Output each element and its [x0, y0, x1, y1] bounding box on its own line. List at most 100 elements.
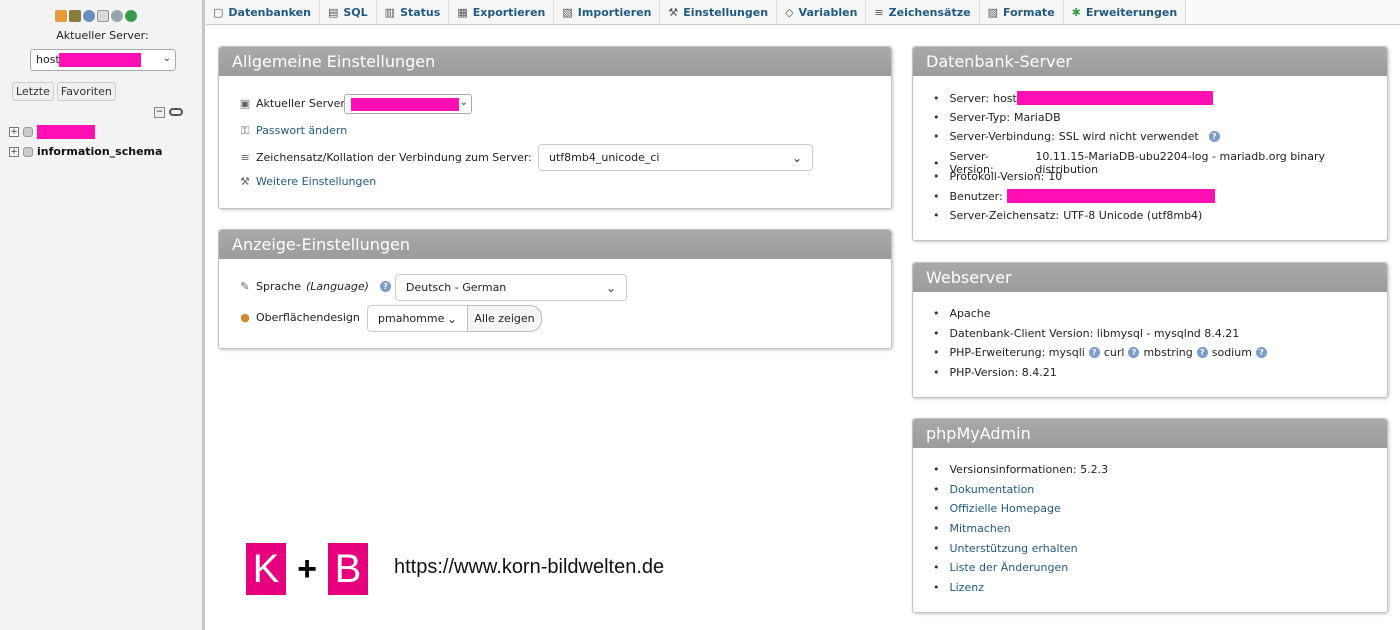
- link-contribute[interactable]: Mitmachen: [933, 522, 1011, 535]
- sidebar-server-select[interactable]: host ⌄: [30, 49, 176, 71]
- tab-status[interactable]: ▥ Status: [376, 0, 450, 24]
- palette-icon: ●: [240, 310, 250, 324]
- tab-settings[interactable]: ⚒ Einstellungen: [660, 0, 778, 24]
- tab-formats[interactable]: ▨ Formate: [979, 0, 1064, 24]
- link-icon[interactable]: [169, 108, 183, 116]
- panel-title: Allgemeine Einstellungen: [219, 47, 891, 76]
- homepage-link[interactable]: Offizielle Homepage: [950, 502, 1061, 515]
- collation-row: ≡ Zeichensatz/Kollation der Verbindung z…: [239, 151, 554, 164]
- database-icon: [23, 127, 33, 137]
- theme-value: pmahomme: [378, 312, 445, 325]
- support-link[interactable]: Unterstützung erhalten: [950, 542, 1078, 555]
- import-icon: ▧: [562, 5, 573, 19]
- collapse-all-icon[interactable]: −: [154, 107, 165, 118]
- info-label: Protokoll-Version:: [949, 170, 1045, 183]
- license-link[interactable]: Lizenz: [950, 581, 984, 594]
- language-label-en: (Language): [306, 280, 369, 293]
- info-user: Benutzer:: [933, 189, 1215, 203]
- database-icon: ▢: [213, 5, 224, 19]
- chevron-down-icon: ⌄: [162, 53, 171, 64]
- tab-export[interactable]: ▦ Exportieren: [449, 0, 555, 24]
- tab-charsets[interactable]: ≡ Zeichensätze: [866, 0, 980, 24]
- help-icon[interactable]: ?: [1128, 347, 1140, 358]
- tab-label: Formate: [1003, 5, 1055, 19]
- info-value: PHP-Erweiterung: mysqli: [949, 346, 1085, 359]
- tab-label: Zeichensätze: [888, 5, 971, 19]
- tab-databases[interactable]: ▢ Datenbanken: [205, 0, 320, 24]
- more-settings-row[interactable]: ⚒ Weitere Einstellungen: [239, 175, 376, 188]
- database-icon: [23, 146, 33, 157]
- link-documentation[interactable]: Dokumentation: [933, 483, 1035, 496]
- settings-icon[interactable]: [111, 10, 123, 22]
- tab-variables[interactable]: ◇ Variablen: [777, 0, 867, 24]
- tab-sql[interactable]: ▤ SQL: [319, 0, 377, 24]
- help-icon[interactable]: ?: [379, 281, 391, 292]
- tab-label: Einstellungen: [683, 5, 769, 19]
- tab-label: SQL: [343, 5, 368, 19]
- help-icon[interactable]: ?: [1196, 347, 1208, 358]
- php-extension: sodium: [1211, 346, 1252, 359]
- redacted-block: [59, 53, 141, 67]
- redacted-block: [37, 125, 95, 139]
- theme-select[interactable]: pmahomme ⌄: [367, 305, 468, 332]
- show-all-themes-button[interactable]: Alle zeigen: [467, 305, 542, 332]
- panel-title: Anzeige-Einstellungen: [219, 230, 891, 259]
- server-icon: ▣: [239, 96, 251, 110]
- info-label: Server-Verbindung:: [949, 130, 1055, 143]
- change-password-row[interactable]: ⚿ Passwort ändern: [239, 124, 347, 137]
- info-server-connection: Server-Verbindung:SSL wird nicht verwend…: [933, 130, 1220, 143]
- tab-import[interactable]: ▧ Importieren: [554, 0, 661, 24]
- php-extension: mbstring: [1143, 346, 1193, 359]
- sidebar-server-label: Aktueller Server:: [56, 29, 149, 42]
- link-homepage[interactable]: Offizielle Homepage: [933, 502, 1061, 515]
- expand-icon[interactable]: +: [9, 127, 19, 137]
- contribute-link[interactable]: Mitmachen: [950, 522, 1011, 535]
- top-menu-tabs: ▢ Datenbanken ▤ SQL ▥ Status ▦ Exportieren ▧…: [205, 0, 1400, 25]
- tree-item-database[interactable]: +: [9, 125, 95, 139]
- help-icon[interactable]: [83, 10, 95, 22]
- kb-logo: K + B: [246, 543, 368, 595]
- tree-item-label[interactable]: information_schema: [37, 145, 162, 158]
- documentation-link[interactable]: Dokumentation: [950, 483, 1035, 496]
- document-icon[interactable]: [97, 10, 109, 22]
- info-server-type: Server-Typ:MariaDB: [933, 111, 1061, 124]
- export-icon: ▦: [457, 5, 468, 19]
- reload-icon[interactable]: [125, 10, 137, 22]
- webserver-panel: Webserver Apache Datenbank-Client Versio…: [912, 262, 1388, 398]
- link-support[interactable]: Unterstützung erhalten: [933, 542, 1078, 555]
- changelog-link[interactable]: Liste der Änderungen: [950, 561, 1069, 574]
- key-icon: ⚿: [240, 123, 250, 137]
- tree-item-information-schema[interactable]: + information_schema: [9, 145, 162, 158]
- logo-k: K: [246, 543, 286, 595]
- theme-row: ● Oberflächendesign: [239, 311, 360, 324]
- chevron-down-icon: ⌄: [605, 280, 616, 295]
- language-value: Deutsch - German: [406, 281, 507, 294]
- info-db-client-version: Datenbank-Client Version: libmysql - mys…: [933, 327, 1240, 340]
- help-icon[interactable]: ?: [1255, 347, 1267, 358]
- tab-label: Erweiterungen: [1085, 5, 1178, 19]
- change-password-link[interactable]: Passwort ändern: [256, 124, 347, 137]
- tab-plugins[interactable]: ✱ Erweiterungen: [1063, 0, 1187, 24]
- current-server-row: ▣ Aktueller Server:: [239, 96, 349, 110]
- link-license[interactable]: Lizenz: [933, 581, 984, 594]
- more-settings-link[interactable]: Weitere Einstellungen: [256, 175, 376, 188]
- home-icon[interactable]: [55, 10, 67, 22]
- collation-select[interactable]: utf8mb4_unicode_ci ⌄: [538, 144, 813, 171]
- help-icon[interactable]: ?: [1208, 131, 1220, 142]
- language-select[interactable]: Deutsch - German ⌄: [395, 274, 627, 301]
- tab-label: Datenbanken: [228, 5, 311, 19]
- logo-plus: +: [297, 549, 317, 588]
- recent-button[interactable]: Letzte: [12, 82, 54, 101]
- database-icon[interactable]: [69, 10, 81, 22]
- help-icon[interactable]: ?: [1088, 347, 1100, 358]
- expand-icon[interactable]: +: [9, 146, 19, 157]
- info-value: Versionsinformationen: 5.2.3: [949, 463, 1109, 476]
- redacted-block: [351, 98, 459, 111]
- current-server-select[interactable]: ⌄: [344, 94, 472, 114]
- favorites-button[interactable]: Favoriten: [56, 82, 116, 101]
- logo-b: B: [328, 543, 368, 595]
- link-changelog[interactable]: Liste der Änderungen: [933, 561, 1069, 574]
- redacted-block: [1006, 189, 1215, 203]
- collation-value: utf8mb4_unicode_ci: [549, 151, 660, 164]
- display-settings-panel: Anzeige-Einstellungen ✎ Sprache (Languag…: [218, 229, 892, 349]
